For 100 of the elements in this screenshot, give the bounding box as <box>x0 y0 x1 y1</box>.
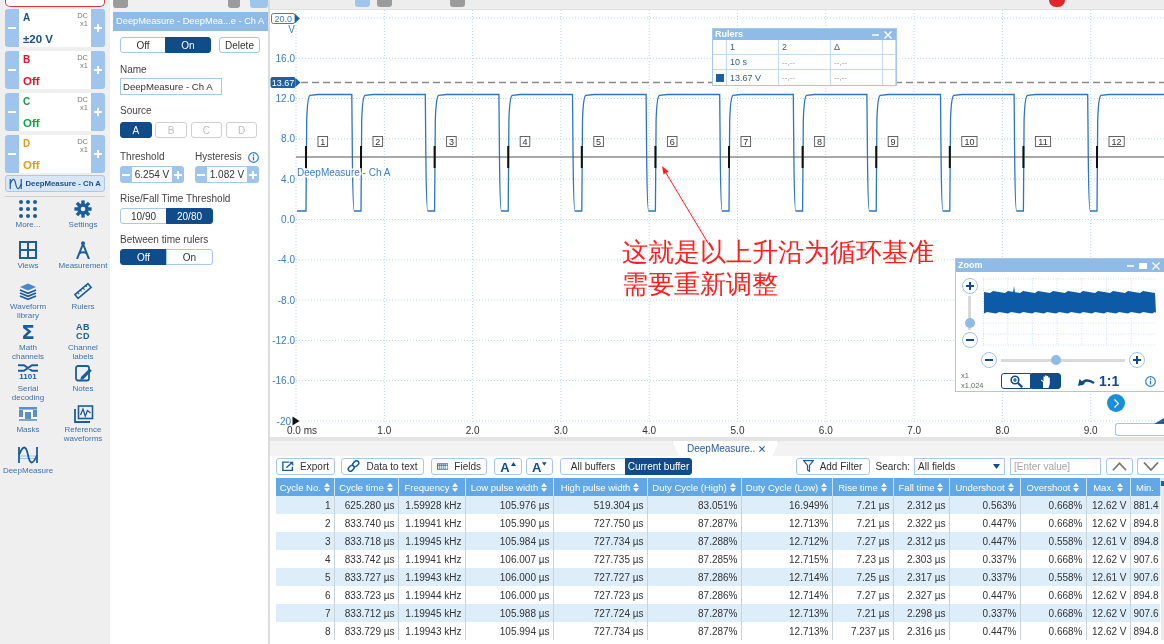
slider-track[interactable] <box>1001 358 1125 362</box>
segment-button[interactable]: 20/80 <box>166 208 213 224</box>
sidebar-tool-button[interactable]: Settings <box>56 200 110 241</box>
next-button[interactable] <box>1137 457 1164 475</box>
sort-icon[interactable] <box>541 483 548 493</box>
increase-button[interactable] <box>91 9 105 47</box>
sidebar-tool-button[interactable]: Reference waveforms <box>56 405 110 446</box>
sort-icon[interactable] <box>323 483 330 493</box>
sidebar-tool-button[interactable]: Σ Math channels <box>5 323 51 364</box>
sort-icon[interactable] <box>633 483 640 493</box>
add-filter-button[interactable]: Add Filter <box>795 457 870 475</box>
increase-button[interactable] <box>91 93 105 131</box>
sidebar-tool-button[interactable]: Views <box>5 241 51 282</box>
close-icon[interactable] <box>759 445 766 452</box>
decrease-button[interactable] <box>5 135 19 173</box>
toolbar-button[interactable] <box>5 0 105 7</box>
slider-thumb[interactable] <box>1050 355 1061 365</box>
table-cell: 1.59928 kHz <box>398 496 465 514</box>
column-header[interactable]: Low pulse width <box>465 478 553 496</box>
column-header[interactable]: Duty Cycle (High) <box>647 478 741 496</box>
info-icon[interactable] <box>248 151 259 163</box>
decrease-button[interactable] <box>5 9 19 47</box>
table-cell: 3 <box>276 532 334 550</box>
column-header[interactable]: Min. <box>1130 478 1160 496</box>
sidebar-tool-button[interactable]: AB CD Channel labels <box>56 323 110 364</box>
zoom-out-button[interactable] <box>961 332 978 348</box>
sidebar-tool-button[interactable]: DeepMeasure <box>5 446 51 487</box>
search-input[interactable]: [Enter value] <box>1010 457 1101 475</box>
segment-button[interactable]: Current buffer <box>625 457 692 475</box>
font-smaller-button[interactable]: A <box>526 457 553 475</box>
slider-thumb[interactable] <box>964 318 975 329</box>
sidebar-tool-button[interactable]: More... <box>5 200 51 241</box>
next-button[interactable] <box>1107 394 1125 412</box>
table-cell: 907.6 <box>1130 568 1160 586</box>
column-header[interactable]: High pulse width <box>553 478 647 496</box>
axis-label: -4.0 <box>277 254 295 266</box>
segment-button[interactable]: On <box>166 249 213 265</box>
sort-icon[interactable] <box>1116 483 1123 493</box>
segment-button[interactable]: Off <box>120 249 167 265</box>
info-icon[interactable] <box>1145 375 1156 387</box>
column-header[interactable]: Fall time <box>893 478 949 496</box>
sort-icon[interactable] <box>386 483 393 493</box>
table-cell: 105.984 µs <box>465 532 553 550</box>
minimize-icon[interactable] <box>872 33 879 36</box>
column-header[interactable]: Cycle No. <box>276 478 334 496</box>
reset-zoom-button[interactable]: 1:1 <box>1078 373 1120 389</box>
tool-toggle-button[interactable] <box>1031 373 1061 389</box>
name-input[interactable]: DeepMeasure - Ch A <box>120 78 222 95</box>
scrollbar[interactable] <box>1115 423 1164 436</box>
axis-label: -12.0 <box>272 334 295 346</box>
decrease-button[interactable] <box>120 166 132 183</box>
decrease-button[interactable] <box>5 51 19 89</box>
sidebar-tool-button[interactable]: Masks <box>5 405 51 446</box>
sidebar-tool-button[interactable]: Waveform library <box>5 282 51 323</box>
segment-button[interactable]: On <box>165 37 211 53</box>
column-header[interactable]: Overshoot <box>1020 478 1086 496</box>
data-to-text-button[interactable]: Data to text <box>341 457 424 475</box>
maximize-icon[interactable] <box>1139 262 1147 269</box>
minimize-icon[interactable] <box>1127 264 1134 267</box>
fields-button[interactable]: Fields <box>431 457 487 475</box>
export-button[interactable]: Export <box>276 457 335 475</box>
segment-button[interactable]: All buffers <box>560 457 626 475</box>
sidebar-tool-button[interactable]: Rulers <box>56 282 110 323</box>
sort-icon[interactable] <box>1073 483 1080 493</box>
zoom-in-button[interactable] <box>961 278 978 294</box>
zoom-in-button[interactable] <box>1129 352 1145 368</box>
column-header[interactable]: Undershoot <box>949 478 1020 496</box>
results-tab[interactable]: DeepMeasure.. <box>672 441 780 456</box>
sort-icon[interactable] <box>880 483 887 493</box>
column-header[interactable]: Duty Cycle (Low) <box>741 478 832 496</box>
decrease-button[interactable] <box>195 166 207 183</box>
sort-icon[interactable] <box>729 483 736 493</box>
marker-icon[interactable] <box>292 416 300 426</box>
increase-button[interactable] <box>247 166 259 183</box>
font-larger-button[interactable]: A <box>494 457 522 475</box>
column-header[interactable]: Rise time <box>832 478 893 496</box>
table-cell: 12.62 V <box>1086 604 1130 622</box>
delete-button[interactable]: Delete <box>219 37 260 53</box>
column-header[interactable]: Max. <box>1086 478 1130 496</box>
zoom-out-button[interactable] <box>981 352 997 368</box>
sidebar-tool-button[interactable]: Measurement <box>56 241 110 282</box>
sort-icon[interactable] <box>937 483 944 493</box>
tool-toggle-button[interactable] <box>1001 373 1031 389</box>
column-header[interactable]: Frequency <box>398 478 465 496</box>
source-button[interactable]: A <box>120 122 152 138</box>
sort-icon[interactable] <box>1007 483 1014 493</box>
decrease-button[interactable] <box>5 93 19 131</box>
sort-icon[interactable] <box>821 483 828 493</box>
sort-icon[interactable] <box>452 483 459 493</box>
column-header[interactable]: Cycle time <box>334 478 398 496</box>
segment-button[interactable]: Off <box>120 37 166 53</box>
field-dropdown[interactable]: All fields <box>914 457 1005 475</box>
sidebar-tool-button[interactable]: Notes <box>56 364 110 405</box>
sidebar-tool-button[interactable]: 1101 Serial decoding <box>5 364 51 405</box>
increase-button[interactable] <box>91 51 105 89</box>
increase-button[interactable] <box>91 135 105 173</box>
previous-button[interactable] <box>1106 457 1133 475</box>
segment-button[interactable]: 10/90 <box>120 208 167 224</box>
scrollbar-thumb[interactable] <box>1160 481 1164 486</box>
increase-button[interactable] <box>172 166 184 183</box>
